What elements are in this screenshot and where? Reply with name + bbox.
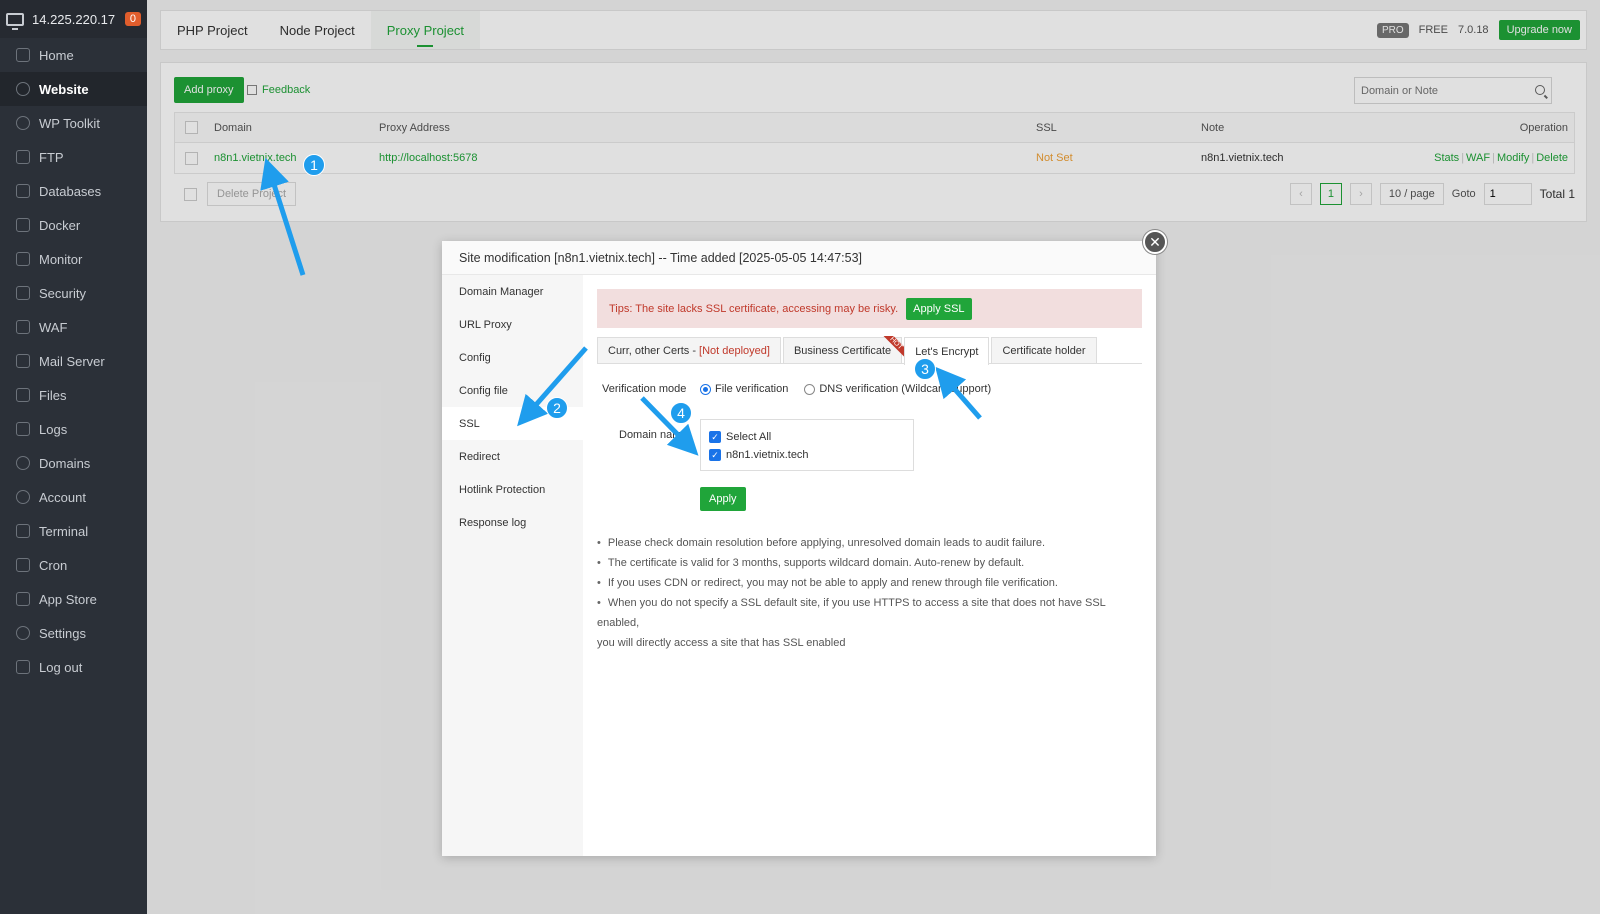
annotation-2: 2 xyxy=(546,397,568,419)
arrow-1 xyxy=(260,157,306,276)
annotation-arrows xyxy=(260,157,982,456)
annotation-1: 1 xyxy=(303,154,325,176)
annotation-4: 4 xyxy=(670,402,692,424)
arrow-3 xyxy=(935,366,982,420)
annotation-3: 3 xyxy=(914,358,936,380)
